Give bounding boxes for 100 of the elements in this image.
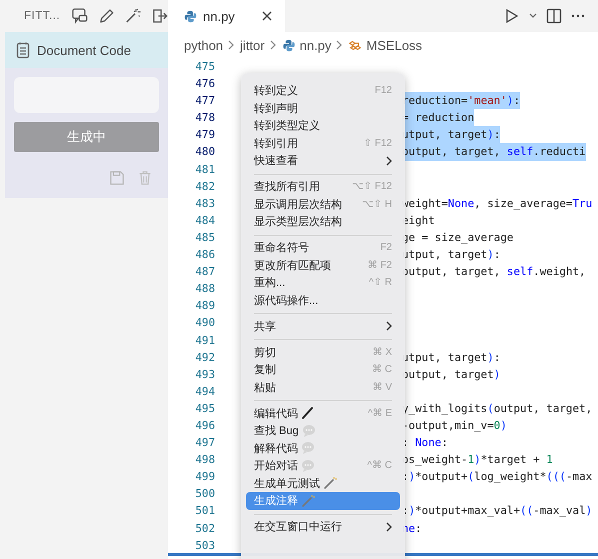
panel-header[interactable]: Document Code [5, 32, 168, 68]
python-icon [282, 38, 296, 52]
menu-item[interactable]: 复制 ⌘ C [246, 361, 400, 378]
breadcrumb[interactable]: nn.py [282, 38, 332, 52]
chat-bubble-icon [301, 458, 315, 473]
code-line: :)*output+(log_weight*(((-max [402, 469, 592, 486]
code-line: utput, target): [402, 247, 500, 264]
breadcrumb[interactable]: MSELoss [348, 38, 422, 52]
line-number: 501 [194, 503, 215, 520]
menu-item[interactable]: 粘贴 ⌘ V [246, 378, 400, 396]
pencil-icon[interactable] [98, 7, 116, 25]
line-number: 484 [194, 212, 215, 229]
shortcut-text: ^⇧ R [368, 277, 392, 288]
code-line: eight [402, 212, 435, 229]
menu-item[interactable]: 转到定义 F12 [246, 82, 400, 100]
line-number: 494 [194, 384, 215, 400]
close-icon[interactable] [261, 10, 273, 22]
split-editor-icon[interactable] [546, 8, 562, 24]
line-number: 497 [194, 435, 215, 452]
code-line: :)*output+max_val+((-max_val) [402, 503, 592, 520]
magic-wand-icon [323, 476, 337, 490]
code-line: output, target) [402, 366, 500, 383]
line-number: 482 [194, 178, 215, 195]
code-line: output, target, self.weight, [402, 264, 586, 280]
shortcut-text: F12 [374, 85, 392, 96]
line-number: 488 [194, 281, 215, 298]
breadcrumb[interactable]: jittor [240, 38, 265, 52]
menu-item[interactable]: 解释代码 [246, 440, 400, 457]
document-icon [15, 41, 31, 59]
line-number: 476 [194, 76, 215, 92]
code-line: y_with_logits(output, target, [402, 400, 592, 417]
line-number: 485 [194, 230, 215, 246]
shortcut-text: ^⌘ E [368, 408, 392, 419]
chevron-right-icon [228, 40, 236, 50]
menu-item[interactable]: 在交互窗口中运行 [246, 518, 400, 536]
line-number: 478 [194, 110, 215, 126]
code-line: ge = size_average [402, 230, 514, 246]
python-icon [184, 10, 197, 22]
breadcrumb[interactable]: python [184, 38, 224, 52]
line-number: 491 [194, 332, 215, 348]
code-line: -output,min_v=0) [402, 418, 507, 434]
shortcut-text: ^⌘ C [367, 460, 392, 472]
menu-item[interactable]: 源代码操作... [246, 292, 400, 309]
menu-item[interactable]: 开始对话 ^⌘ C [246, 457, 400, 474]
line-number: 477 [194, 93, 215, 110]
chat-bubble-icon [302, 424, 316, 438]
menu-item[interactable]: 查找所有引用 ⌥⇧ F12 [246, 178, 400, 196]
line-number: 502 [194, 520, 215, 537]
run-icon[interactable] [504, 8, 520, 24]
line-number: 500 [194, 486, 215, 502]
line-number: 495 [194, 400, 215, 417]
menu-item[interactable]: 共享 [246, 318, 400, 335]
chat-bubble-icon [301, 441, 315, 456]
line-number: 496 [194, 418, 215, 434]
shortcut-text: F2 [380, 242, 392, 254]
magic-wand-icon[interactable] [124, 7, 142, 25]
pen-icon [301, 406, 315, 420]
menu-item[interactable]: 快速查看 [246, 152, 400, 170]
magic-wand-icon [301, 494, 315, 508]
shortcut-text: ⌘ F2 [368, 260, 392, 271]
line-number: 480 [194, 144, 215, 160]
line-number: 486 [194, 247, 215, 264]
code-line: utput, target): [402, 350, 500, 366]
line-number: 475 [194, 59, 215, 75]
line-number: 493 [194, 366, 215, 383]
menu-item[interactable]: 更改所有匹配项 ⌘ F2 [246, 256, 400, 274]
line-number: 503 [194, 538, 215, 554]
line-number: 489 [194, 298, 215, 314]
line-number: 481 [194, 162, 215, 178]
menu-item[interactable]: 转到类型定义 [246, 117, 400, 134]
chevron-right-icon [270, 40, 277, 50]
line-number: 498 [194, 452, 215, 468]
menu-item[interactable]: 查找 Bug [246, 422, 400, 440]
shortcut-text: ⌘ C [372, 364, 392, 376]
line-number: 487 [194, 264, 215, 280]
menu-item[interactable]: 重命名符号 F2 [246, 239, 400, 256]
menu-item[interactable]: 生成单元测试 [246, 474, 400, 492]
menu-item[interactable]: 编辑代码 ^⌘ E [246, 404, 400, 422]
menu-item[interactable]: 显示调用层次结构 ⌥⇧ H [246, 196, 400, 213]
line-number: 483 [194, 196, 215, 212]
chevron-right-icon [336, 40, 344, 50]
shortcut-text: ⌥⇧ H [362, 198, 392, 210]
menu-item[interactable]: 剪切 ⌘ X [246, 344, 400, 361]
line-number: 499 [194, 469, 215, 486]
class-icon [348, 38, 362, 52]
line-number: 492 [194, 350, 215, 366]
line-number: 490 [194, 315, 215, 332]
menu-item[interactable]: 转到引用 ⇧ F12 [246, 134, 400, 152]
panel-title: FITT... [24, 10, 60, 22]
exit-icon[interactable] [150, 7, 168, 25]
shortcut-text: ⇧ F12 [364, 138, 392, 149]
shortcut-text: ⌥⇧ F12 [352, 181, 392, 192]
comment-icon[interactable] [71, 7, 89, 25]
shortcut-text: ⌘ X [372, 346, 392, 358]
menu-item[interactable]: 重构... ^⇧ R [246, 274, 400, 292]
menu-item[interactable]: 显示类型层次结构 [246, 213, 400, 230]
code-line: ne: [402, 520, 422, 537]
code-line: : None: [402, 435, 448, 452]
menu-item[interactable]: 转到声明 [246, 100, 400, 117]
editor-tab[interactable]: nn.py [168, 0, 285, 32]
